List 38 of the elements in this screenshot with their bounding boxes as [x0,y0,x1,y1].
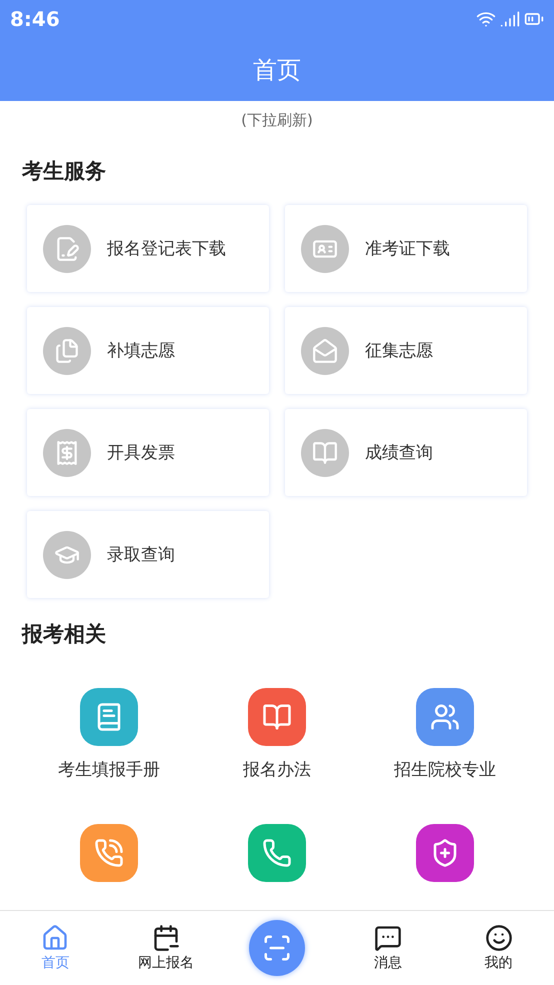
shortcut-label[interactable]: 招生院校专业 [394,758,496,781]
envelope-icon [301,326,349,374]
section-title: 考生服务 [20,158,107,185]
home-icon [41,924,70,952]
shield-plus-icon[interactable] [416,824,474,882]
tab-item[interactable]: 网上报名 [110,911,222,985]
documents-icon [43,326,91,374]
service-card[interactable]: 准考证下载 [285,205,527,292]
phone-call-icon[interactable] [80,824,138,882]
form-icon [43,224,91,272]
service-card[interactable]: 开具发票 [27,409,269,496]
telephone-icon[interactable] [248,824,306,882]
shortcut-label[interactable]: 报名办法 [243,758,311,781]
tab-item[interactable]: 消息 [332,911,444,985]
people-icon[interactable] [416,688,474,746]
message-icon [374,924,402,952]
refresh-hint: (下拉刷新) [240,110,314,131]
page-title: 首页 [253,54,301,86]
service-card[interactable]: 补填志愿 [27,307,269,394]
scan-button[interactable] [248,920,305,976]
status-time: 8:46 [10,7,60,31]
shortcut-label[interactable]: 考生填报手册 [58,758,160,781]
receipt-icon [43,428,91,476]
calendar-icon [152,924,180,952]
service-card[interactable]: 成绩查询 [285,409,527,496]
id-card-icon [301,224,349,272]
graduation-cap-icon [43,530,91,578]
profile-icon [484,924,513,952]
tab-item[interactable]: 我的 [443,911,554,985]
manual-icon[interactable] [80,688,138,746]
section-title: 报考相关 [20,621,107,648]
book-icon [301,428,349,476]
service-card[interactable]: 报名登记表下载 [27,205,269,292]
signal-icon [500,9,520,29]
scan-icon [262,933,292,963]
book-icon[interactable] [248,688,306,746]
service-card[interactable]: 录取查询 [27,511,269,598]
service-card[interactable]: 征集志愿 [285,307,527,394]
